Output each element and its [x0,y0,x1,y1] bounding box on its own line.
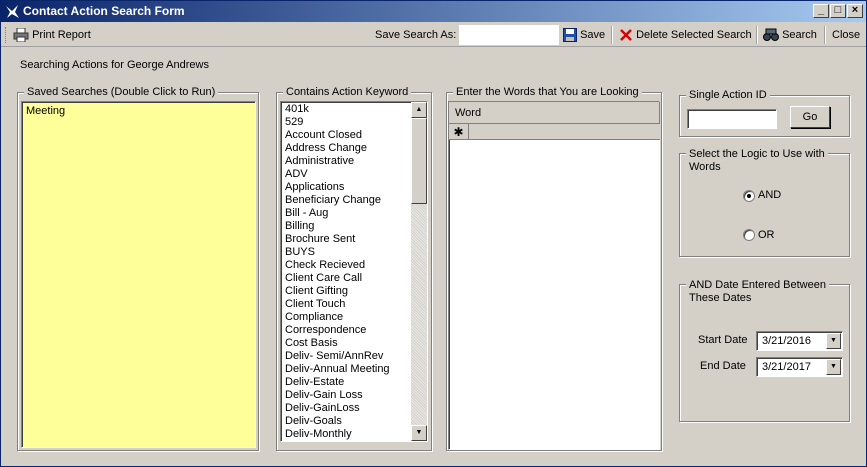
single-action-id-input[interactable] [687,109,777,129]
close-window-button[interactable]: × [847,4,863,18]
printer-icon [13,27,29,43]
delete-selected-search-label: Delete Selected Search [636,29,752,41]
and-radio-label: AND [758,189,782,201]
end-date-label: End Date [700,360,746,372]
keyword-item[interactable]: Correspondence [281,324,411,337]
toolbar: Print Report Save Search As: Save Delete… [1,23,866,47]
keyword-item[interactable]: 401k [281,103,411,116]
keyword-item[interactable]: Client Touch [281,298,411,311]
keyword-item[interactable]: Account Closed [281,129,411,142]
start-date-dropdown-icon[interactable]: ▼ [826,333,841,349]
or-radio[interactable] [743,229,755,241]
keyword-items: 401k 529 Account Closed Address Change Admin… [281,103,411,441]
logic-title-line2: Words [689,161,721,173]
toolbar-grip [5,27,8,43]
search-button[interactable]: Search [763,26,817,44]
window-title: Contact Action Search Form [23,4,185,18]
keyword-item[interactable]: Deliv-Monthly [281,428,411,441]
keyword-item[interactable]: BUYS [281,246,411,259]
search-label: Search [782,29,817,41]
go-button[interactable]: Go [790,106,830,128]
word-column-header[interactable]: Word [449,102,660,124]
words-grid[interactable]: Word ✱ [448,101,660,450]
keyword-item[interactable]: Deliv-Estate [281,376,411,389]
keyword-item[interactable]: Client Gifting [281,285,411,298]
words-title: Enter the Words that You are Looking [453,85,642,99]
date-range-title-line2: These Dates [689,292,752,304]
save-search-as-label: Save Search As: [375,29,457,41]
app-icon [6,5,19,18]
keyword-item[interactable]: Brochure Sent [281,233,411,246]
keyword-scrollbar[interactable]: ▲ ▼ [411,102,427,441]
or-radio-label: OR [758,229,775,241]
start-date-value: 3/21/2016 [762,335,811,347]
saved-search-item[interactable]: Meeting [26,105,65,118]
start-date-picker[interactable]: 3/21/2016 ▼ [756,331,843,351]
saved-searches-title: Saved Searches (Double Click to Run) [24,85,219,99]
single-action-title: Single Action ID [686,88,770,102]
keyword-title: Contains Action Keyword [283,85,412,99]
minimize-button[interactable]: _ [813,4,829,18]
keyword-item[interactable]: Bill - Aug [281,207,411,220]
keyword-item[interactable]: Deliv-Goals [281,415,411,428]
end-date-dropdown-icon[interactable]: ▼ [826,359,841,375]
close-button[interactable]: Close [832,26,860,44]
end-date-value: 3/21/2017 [762,361,811,373]
save-button[interactable]: Save [563,26,605,44]
keyword-item[interactable]: Cost Basis [281,337,411,350]
keyword-item[interactable]: ADV [281,168,411,181]
date-range-group: AND Date Entered Between These Dates Sta… [679,279,850,422]
keyword-item[interactable]: Client Care Call [281,272,411,285]
words-group: Enter the Words that You are Looking Wor… [446,85,662,451]
searching-for-label: Searching Actions for George Andrews [20,59,209,71]
search-binoculars-icon [763,28,779,42]
date-range-title-line1: AND Date Entered Between [689,279,826,291]
print-report-label: Print Report [32,29,91,41]
keyword-item[interactable]: 529 [281,116,411,129]
scroll-thumb[interactable] [411,118,427,204]
new-row-marker-icon: ✱ [449,124,469,140]
keyword-item[interactable]: Deliv-Gain Loss [281,389,411,402]
saved-searches-group: Saved Searches (Double Click to Run) Mee… [17,85,259,451]
toolbar-separator [756,26,758,44]
keyword-item[interactable]: Deliv-Annual Meeting [281,363,411,376]
date-range-title: AND Date Entered Between These Dates [686,279,829,305]
keyword-item[interactable]: Deliv- Semi/AnnRev [281,350,411,363]
keyword-item[interactable]: Beneficiary Change [281,194,411,207]
print-report-button[interactable]: Print Report [13,26,91,44]
saved-searches-list[interactable]: Meeting [21,101,256,448]
contact-action-search-window: Contact Action Search Form _ □ × Print R… [0,0,867,467]
logic-title: Select the Logic to Use with Words [686,148,828,174]
start-date-label: Start Date [698,334,748,346]
end-date-picker[interactable]: 3/21/2017 ▼ [756,357,843,377]
maximize-button[interactable]: □ [830,4,846,18]
toolbar-separator [611,26,613,44]
and-radio[interactable] [743,190,755,202]
scroll-up-button[interactable]: ▲ [411,102,427,118]
floppy-disk-icon [563,28,577,43]
single-action-group: Single Action ID Go [679,88,850,137]
keyword-group: Contains Action Keyword 401k 529 Account C… [276,85,432,451]
toolbar-separator [824,26,826,44]
title-bar: Contact Action Search Form _ □ × [1,1,866,22]
save-label: Save [580,29,606,41]
keyword-item[interactable]: Applications [281,181,411,194]
save-search-name-input[interactable] [459,25,559,45]
keyword-item[interactable]: Address Change [281,142,411,155]
delete-x-icon [620,29,632,41]
new-row[interactable]: ✱ [449,124,660,140]
scroll-down-button[interactable]: ▼ [411,425,427,441]
keyword-item[interactable]: Billing [281,220,411,233]
delete-selected-search-button[interactable]: Delete Selected Search [619,26,752,44]
keyword-item[interactable]: Administrative [281,155,411,168]
keyword-item[interactable]: Deliv-GainLoss [281,402,411,415]
keyword-item[interactable]: Compliance [281,311,411,324]
keyword-item[interactable]: Check Recieved [281,259,411,272]
logic-title-line1: Select the Logic to Use with [689,148,825,160]
keyword-listbox[interactable]: 401k 529 Account Closed Address Change Admin… [280,101,428,442]
logic-group: Select the Logic to Use with Words AND O… [679,148,850,257]
